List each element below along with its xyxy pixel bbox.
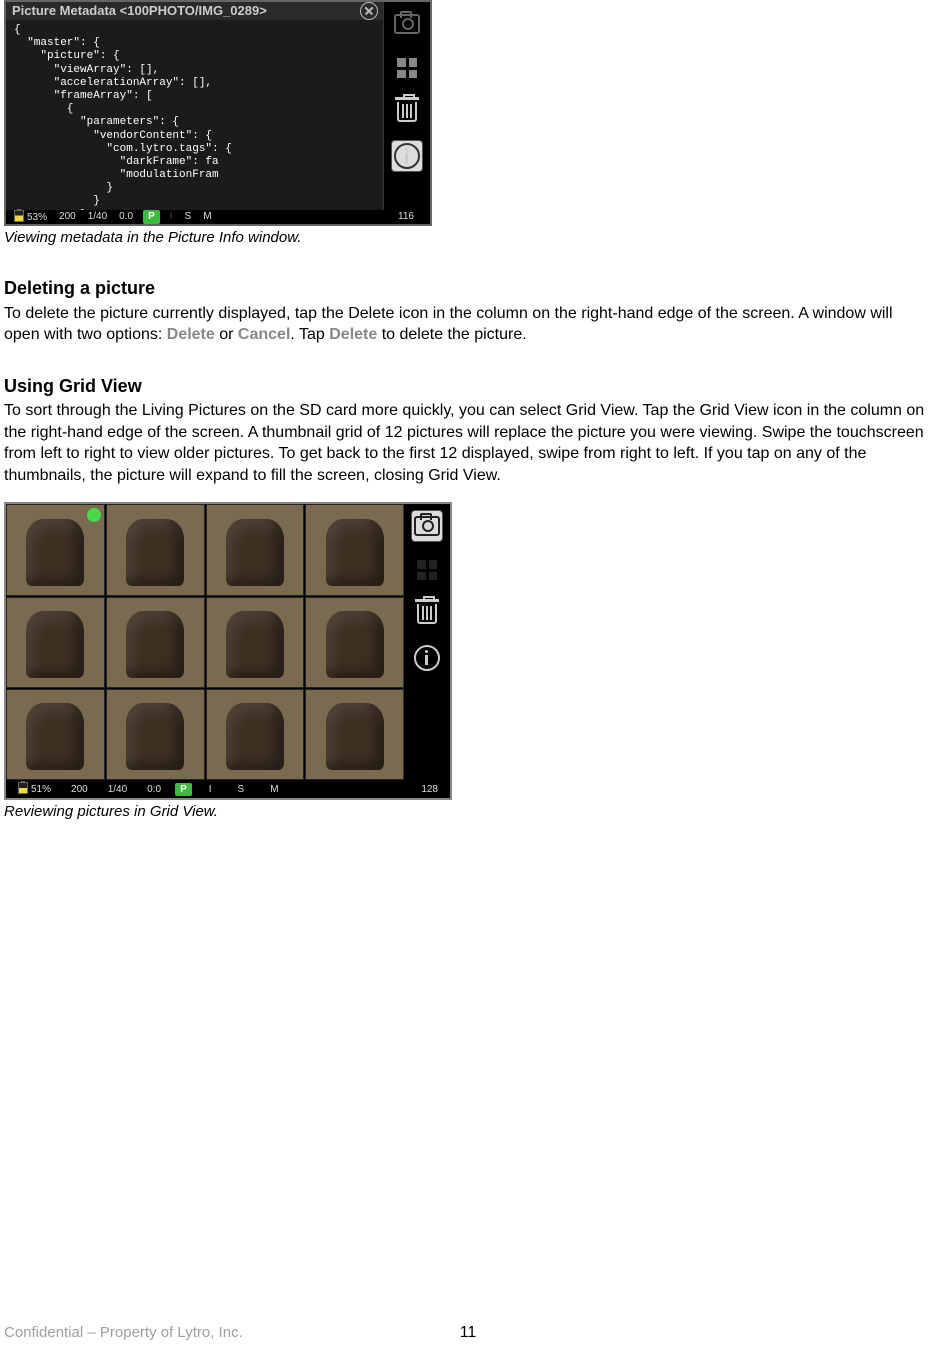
status-m: M [260, 783, 288, 797]
page-number: 11 [460, 1322, 477, 1344]
status-count: 128 [411, 783, 448, 797]
status-i: I [199, 783, 222, 797]
footer-confidential: Confidential – Property of Lytro, Inc. [4, 1323, 243, 1343]
status-shutter: 1/40 [98, 783, 137, 797]
delete-word-2: Delete [329, 326, 377, 343]
right-icon-column [383, 2, 430, 212]
metadata-json-body: { "master": { "picture": { "viewArray": … [6, 20, 384, 226]
screenshot-picture-metadata: Picture Metadata <100PHOTO/IMG_0289> { "… [4, 0, 432, 226]
thumbnail[interactable] [106, 689, 205, 780]
camera-mode-icon[interactable] [411, 510, 443, 542]
camera-mode-icon[interactable] [391, 8, 423, 40]
thumbnail[interactable] [6, 689, 105, 780]
thumbnail[interactable] [106, 504, 205, 595]
delete-icon[interactable] [411, 598, 443, 630]
heading-deleting: Deleting a picture [4, 276, 932, 300]
battery-status: 51% [8, 782, 61, 797]
thumbnail[interactable] [305, 504, 404, 595]
status-i: I [164, 210, 179, 224]
status-m: M [197, 210, 217, 224]
right-icon-column [403, 504, 450, 780]
paragraph-deleting: To delete the picture currently displaye… [4, 303, 932, 346]
caption-metadata: Viewing metadata in the Picture Info win… [4, 228, 932, 248]
heading-grid-view: Using Grid View [4, 374, 932, 398]
thumbnail[interactable] [206, 597, 305, 688]
document-page: Picture Metadata <100PHOTO/IMG_0289> { "… [0, 0, 936, 1363]
thumbnail[interactable] [305, 597, 404, 688]
paragraph-grid-view: To sort through the Living Pictures on t… [4, 400, 932, 486]
cancel-word: Cancel [238, 326, 290, 343]
thumbnail[interactable] [6, 504, 105, 595]
status-iso: 200 [61, 783, 98, 797]
grid-view-icon[interactable] [391, 52, 423, 84]
delete-icon[interactable] [391, 96, 423, 128]
status-bar: 51% 200 1/40 0:0 P I S M 128 [6, 780, 450, 798]
close-icon[interactable] [360, 2, 378, 20]
thumbnail-grid [6, 504, 404, 780]
status-count: 116 [392, 210, 428, 224]
status-bar: 53% 200 1/40 0.0 P I S M 116 [6, 210, 430, 224]
metadata-window-header: Picture Metadata <100PHOTO/IMG_0289> [6, 2, 384, 20]
caption-gridview: Reviewing pictures in Grid View. [4, 802, 932, 822]
thumbnail[interactable] [206, 504, 305, 595]
grid-view-icon[interactable] [411, 554, 443, 586]
metadata-window-title: Picture Metadata <100PHOTO/IMG_0289> [12, 2, 267, 20]
thumbnail[interactable] [6, 597, 105, 688]
info-icon[interactable] [411, 642, 443, 674]
delete-word-1: Delete [167, 326, 215, 343]
status-iso: 200 [53, 210, 82, 224]
status-shutter: 1/40 [82, 210, 113, 224]
thumbnail[interactable] [106, 597, 205, 688]
page-footer: Confidential – Property of Lytro, Inc. 1… [4, 1323, 932, 1343]
delete-tail: to delete the picture. [377, 326, 526, 343]
delete-dot: . Tap [290, 326, 329, 343]
thumbnail[interactable] [206, 689, 305, 780]
status-ev: 0:0 [137, 783, 171, 797]
status-ev: 0.0 [113, 210, 139, 224]
status-s: S [179, 210, 198, 224]
status-mode-badge: P [175, 783, 192, 797]
status-s: S [228, 783, 255, 797]
status-mode-badge: P [143, 210, 160, 224]
screenshot-grid-view: 51% 200 1/40 0:0 P I S M 128 [4, 502, 452, 800]
battery-status: 53% [8, 210, 53, 225]
info-icon[interactable] [391, 140, 423, 172]
delete-or: or [215, 326, 238, 343]
thumbnail[interactable] [305, 689, 404, 780]
